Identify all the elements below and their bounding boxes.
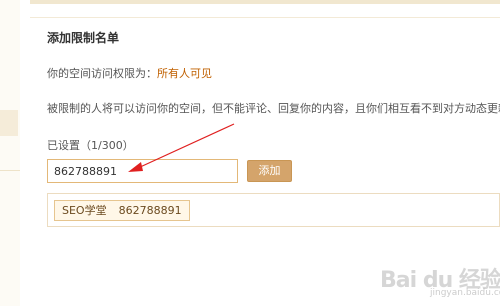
access-value-link[interactable]: 所有人可见 (157, 67, 212, 80)
panel-top-border (30, 0, 500, 4)
restricted-user-qq: 862788891 (118, 204, 182, 217)
restriction-count: 已设置（1/300） (47, 137, 134, 153)
page-title: 添加限制名单 (47, 31, 120, 45)
left-sidebar-divider (0, 170, 20, 171)
access-label: 你的空间访问权限为： (47, 67, 157, 80)
count-max: 300 (101, 139, 123, 152)
baidu-watermark-url: jingyan.baidu.com (430, 288, 500, 298)
restricted-user-name: SEO学堂 (62, 204, 107, 217)
restricted-list-item[interactable]: SEO学堂 862788891 (54, 200, 190, 221)
count-label: 已设置（ (47, 139, 91, 152)
access-permission-line: 你的空间访问权限为：所有人可见 (47, 65, 212, 81)
panel-divider (30, 17, 500, 18)
count-current: 1 (91, 139, 98, 152)
left-sidebar-strip (0, 0, 20, 306)
add-button[interactable]: 添加 (247, 160, 292, 182)
left-sidebar-active-tab[interactable] (0, 110, 18, 136)
count-close: ） (122, 139, 134, 152)
qq-number-input[interactable] (47, 159, 238, 183)
restricted-list: SEO学堂 862788891 (47, 193, 500, 227)
restriction-hint: 被限制的人将可以访问你的空间，但不能评论、回复你的内容，且你们相互看不到对方动态… (47, 102, 500, 115)
